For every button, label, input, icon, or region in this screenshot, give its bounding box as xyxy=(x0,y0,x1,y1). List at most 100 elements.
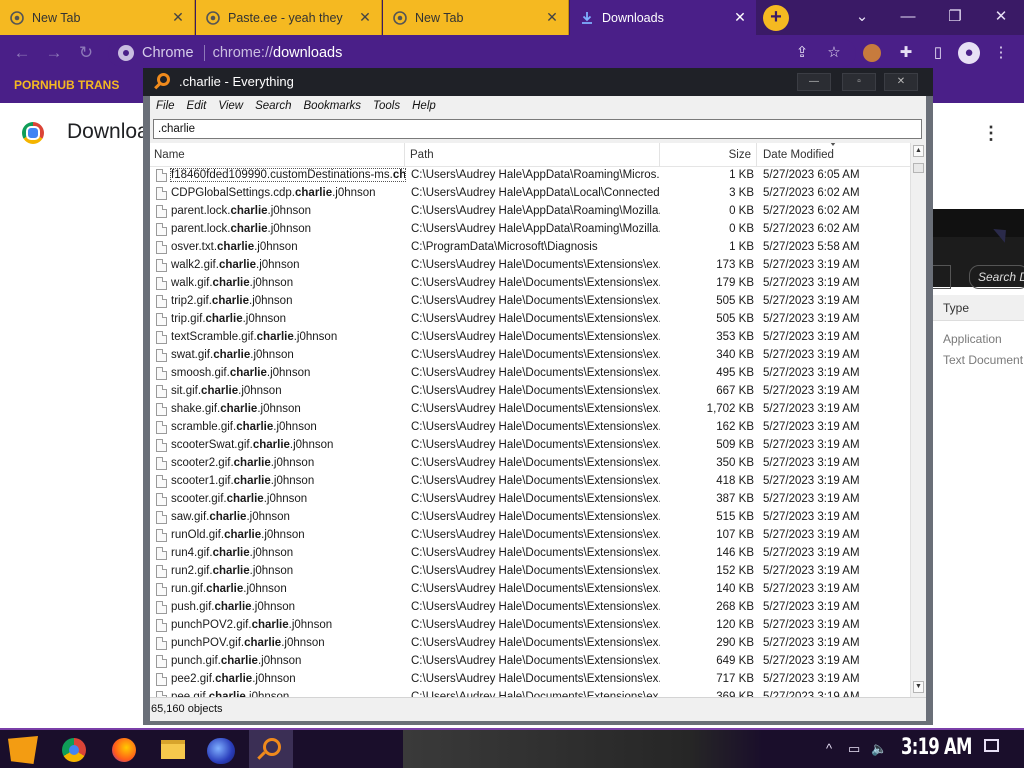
result-row[interactable]: punchPOV2.gif.charlie.j0hnson C:\Users\Au… xyxy=(150,617,910,635)
result-row[interactable]: pee2.gif.charlie.j0hnson C:\Users\Audrey … xyxy=(150,671,910,689)
more-menu-icon[interactable]: ⋮ xyxy=(982,123,1000,143)
tab-close-icon[interactable]: ✕ xyxy=(170,9,186,26)
date-modified: 5/27/2023 3:19 AM xyxy=(763,313,860,325)
type-cell: Application xyxy=(943,332,1002,346)
tab-close-icon[interactable]: ✕ xyxy=(357,9,373,26)
minimize-button[interactable]: — xyxy=(797,73,831,91)
share-icon[interactable]: ⇪ xyxy=(791,42,813,64)
globe-icon[interactable] xyxy=(207,738,235,764)
result-row[interactable]: scooterSwat.gif.charlie.j0hnson C:\Users\… xyxy=(150,437,910,455)
result-row[interactable]: push.gif.charlie.j0hnson C:\Users\Audrey … xyxy=(150,599,910,617)
bookmark-star-icon[interactable]: ☆ xyxy=(823,42,845,64)
result-row[interactable]: pee.gif.charlie.j0hnson C:\Users\Audrey H… xyxy=(150,689,910,697)
reload-button[interactable]: ↻ xyxy=(74,41,98,65)
result-row[interactable]: saw.gif.charlie.j0hnson C:\Users\Audrey H… xyxy=(150,509,910,527)
result-row[interactable]: scramble.gif.charlie.j0hnson C:\Users\Aud… xyxy=(150,419,910,437)
menu-search[interactable]: Search xyxy=(255,100,291,112)
result-row[interactable]: sit.gif.charlie.j0hnson C:\Users\Audrey H… xyxy=(150,383,910,401)
close-button[interactable]: ✕ xyxy=(884,73,918,91)
result-row[interactable]: run4.gif.charlie.j0hnson C:\Users\Audrey … xyxy=(150,545,910,563)
vertical-scrollbar[interactable]: ▲ ▼ xyxy=(910,143,926,697)
extension-avatar-icon[interactable] xyxy=(863,44,881,62)
file-name: CDPGlobalSettings.cdp.charlie.j0hnson xyxy=(171,187,376,199)
tab-close-icon[interactable]: ✕ xyxy=(544,9,560,26)
column-header-type[interactable]: Type xyxy=(933,295,1024,321)
result-row[interactable]: parent.lock.charlie.j0hnson C:\Users\Audr… xyxy=(150,221,910,239)
file-name: scooter2.gif.charlie.j0hnson xyxy=(171,457,315,469)
back-button[interactable]: ← xyxy=(10,41,34,65)
search-input[interactable] xyxy=(153,119,922,139)
background-pager[interactable] xyxy=(933,265,951,289)
address-bar[interactable]: Chrome chrome://downloads xyxy=(108,39,856,67)
file-icon xyxy=(156,223,167,236)
menu-help[interactable]: Help xyxy=(412,100,436,112)
result-row[interactable]: scooter1.gif.charlie.j0hnson C:\Users\Aud… xyxy=(150,473,910,491)
start-icon[interactable] xyxy=(8,736,38,764)
menu-tools[interactable]: Tools xyxy=(373,100,400,112)
maximize-button[interactable]: ▫ xyxy=(842,73,876,91)
firefox-icon[interactable] xyxy=(112,738,136,762)
chrome-menu-icon[interactable]: ⋮ xyxy=(990,42,1012,64)
result-row[interactable]: textScramble.gif.charlie.j0hnson C:\Users… xyxy=(150,329,910,347)
volume-icon[interactable]: 🔈 xyxy=(871,741,887,757)
network-icon[interactable]: ▭ xyxy=(848,741,860,757)
column-header-date-modified[interactable]: Date Modified xyxy=(757,143,910,167)
result-row[interactable]: scooter.gif.charlie.j0hnson C:\Users\Audr… xyxy=(150,491,910,509)
result-row[interactable]: parent.lock.charlie.j0hnson C:\Users\Audr… xyxy=(150,203,910,221)
result-row[interactable]: osver.txt.charlie.j0hnson C:\ProgramData\… xyxy=(150,239,910,257)
tab-new-tab-1[interactable]: New Tab ✕ xyxy=(0,0,195,35)
column-header-path[interactable]: Path xyxy=(405,143,660,167)
profile-avatar-icon[interactable]: ● xyxy=(958,42,980,64)
everything-icon[interactable] xyxy=(249,730,293,768)
restore-button[interactable]: ❐ xyxy=(941,4,969,30)
result-row[interactable]: walk.gif.charlie.j0hnson C:\Users\Audrey … xyxy=(150,275,910,293)
result-row[interactable]: punch.gif.charlie.j0hnson C:\Users\Audrey… xyxy=(150,653,910,671)
forward-button[interactable]: → xyxy=(42,41,66,65)
result-row[interactable]: smoosh.gif.charlie.j0hnson C:\Users\Audre… xyxy=(150,365,910,383)
file-size: 495 KB xyxy=(716,367,754,379)
tab-paste-ee[interactable]: Paste.ee - yeah they ✕ xyxy=(196,0,382,35)
result-row[interactable]: runOld.gif.charlie.j0hnson C:\Users\Audre… xyxy=(150,527,910,545)
chrome-icon[interactable] xyxy=(62,738,86,762)
background-search-box[interactable]: Search Do xyxy=(969,265,1024,289)
column-header-name[interactable]: Name xyxy=(150,143,405,167)
result-row[interactable]: swat.gif.charlie.j0hnson C:\Users\Audrey … xyxy=(150,347,910,365)
result-row[interactable]: scooter2.gif.charlie.j0hnson C:\Users\Aud… xyxy=(150,455,910,473)
menu-bookmarks[interactable]: Bookmarks xyxy=(304,100,362,112)
close-button[interactable]: ✕ xyxy=(987,4,1015,30)
notification-icon[interactable] xyxy=(984,739,999,752)
extensions-puzzle-icon[interactable]: ✚ xyxy=(895,42,917,64)
result-row[interactable]: run.gif.charlie.j0hnson C:\Users\Audrey H… xyxy=(150,581,910,599)
tab-new-tab-2[interactable]: New Tab ✕ xyxy=(383,0,569,35)
scroll-thumb[interactable] xyxy=(913,163,924,173)
file-name: punchPOV2.gif.charlie.j0hnson xyxy=(171,619,333,631)
tab-downloads[interactable]: Downloads ✕ xyxy=(570,0,756,35)
bookmark-item[interactable]: PORNHUB TRANS xyxy=(14,78,119,92)
scroll-down-icon[interactable]: ▼ xyxy=(913,681,924,693)
file-name: parent.lock.charlie.j0hnson xyxy=(171,223,312,235)
scroll-up-icon[interactable]: ▲ xyxy=(913,145,924,157)
date-modified: 5/27/2023 3:19 AM xyxy=(763,673,860,685)
clock[interactable]: 3:19 AM xyxy=(901,735,972,760)
result-row[interactable]: punchPOV.gif.charlie.j0hnson C:\Users\Aud… xyxy=(150,635,910,653)
file-path: C:\Users\Audrey Hale\Documents\Extension… xyxy=(411,601,660,613)
result-row[interactable]: f18460fded109990.customDestinations-ms.c… xyxy=(150,167,910,185)
result-row[interactable]: CDPGlobalSettings.cdp.charlie.j0hnson C:\… xyxy=(150,185,910,203)
minimize-button[interactable]: — xyxy=(894,4,922,30)
result-row[interactable]: trip.gif.charlie.j0hnson C:\Users\Audrey … xyxy=(150,311,910,329)
result-row[interactable]: run2.gif.charlie.j0hnson C:\Users\Audrey … xyxy=(150,563,910,581)
new-tab-button[interactable]: + xyxy=(763,5,789,31)
menu-view[interactable]: View xyxy=(218,100,243,112)
menu-edit[interactable]: Edit xyxy=(187,100,207,112)
tab-search-icon[interactable]: ⌄ xyxy=(848,4,876,30)
result-row[interactable]: trip2.gif.charlie.j0hnson C:\Users\Audrey… xyxy=(150,293,910,311)
result-row[interactable]: shake.gif.charlie.j0hnson C:\Users\Audrey… xyxy=(150,401,910,419)
folder-icon[interactable] xyxy=(161,740,185,759)
menu-file[interactable]: File xyxy=(156,100,175,112)
tray-chevron-icon[interactable]: ^ xyxy=(826,741,832,756)
tab-close-icon[interactable]: ✕ xyxy=(732,9,748,26)
column-header-size[interactable]: Size xyxy=(660,143,757,167)
side-panel-icon[interactable]: ▯ xyxy=(927,42,949,64)
result-row[interactable]: walk2.gif.charlie.j0hnson C:\Users\Audrey… xyxy=(150,257,910,275)
date-modified: 5/27/2023 6:02 AM xyxy=(763,187,860,199)
